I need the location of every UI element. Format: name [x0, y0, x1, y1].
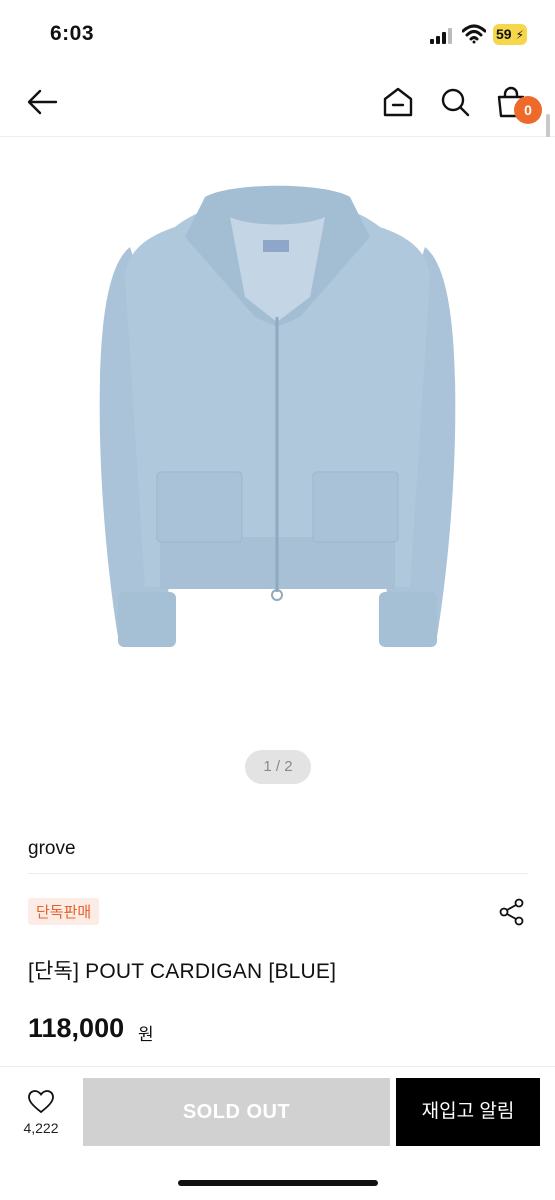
- battery-level: 59: [496, 26, 512, 42]
- cart-count-badge: 0: [514, 96, 542, 124]
- charging-icon: ⚡: [515, 28, 524, 42]
- heart-icon: [28, 1090, 54, 1114]
- status-bar: 6:03 59 ⚡: [0, 0, 555, 70]
- price-currency: 원: [138, 1025, 154, 1044]
- home-indicator: [178, 1180, 378, 1186]
- restock-alert-button[interactable]: 재입고 알림: [396, 1078, 540, 1146]
- home-icon[interactable]: [380, 84, 416, 120]
- sold-out-button[interactable]: SOLD OUT: [83, 1078, 390, 1146]
- like-count: 4,222: [23, 1120, 59, 1136]
- product-detail-page: 6:03 59 ⚡ 0 1 / 2 grove 단독판매 [단독] POUT C…: [0, 0, 555, 1200]
- cardigan-illustration: [99, 185, 456, 647]
- divider: [28, 873, 528, 874]
- share-icon[interactable]: [498, 898, 526, 926]
- like-button[interactable]: 4,222: [14, 1090, 68, 1140]
- product-title: [단독] POUT CARDIGAN [BLUE]: [28, 960, 337, 983]
- signal-icon: [430, 28, 454, 44]
- wifi-icon: [462, 24, 486, 44]
- back-arrow-icon[interactable]: [24, 84, 60, 120]
- exclusive-badge: 단독판매: [28, 898, 100, 925]
- product-price: 118,000: [28, 1013, 125, 1043]
- battery-icon: 59 ⚡: [493, 24, 527, 45]
- brand-name[interactable]: grove: [28, 838, 76, 860]
- status-time: 6:03: [50, 22, 95, 45]
- search-icon[interactable]: [437, 84, 473, 120]
- image-page-indicator: 1 / 2: [245, 750, 311, 784]
- product-image[interactable]: [0, 137, 555, 797]
- top-navigation: [0, 70, 555, 137]
